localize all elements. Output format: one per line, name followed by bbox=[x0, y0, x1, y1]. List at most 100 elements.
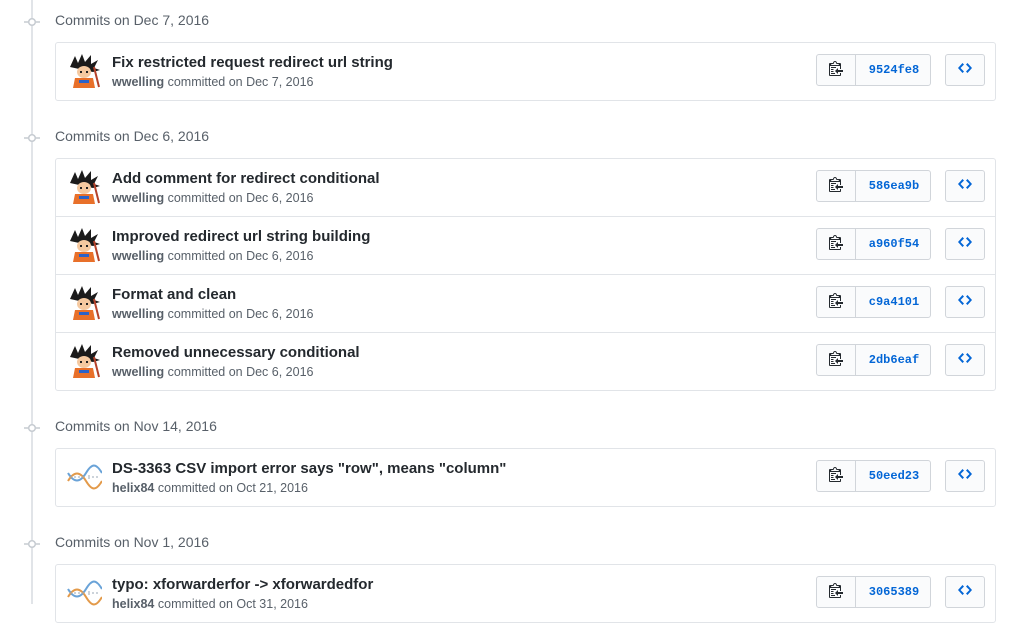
clipboard-icon bbox=[829, 234, 843, 255]
sha-button-group: a960f54 bbox=[816, 228, 931, 260]
goku-avatar[interactable] bbox=[66, 227, 102, 263]
commit-meta: wwelling committed on Dec 6, 2016 bbox=[112, 249, 314, 263]
copy-sha-button[interactable] bbox=[817, 345, 856, 375]
commit-message-link[interactable]: Add comment for redirect conditional bbox=[112, 170, 380, 187]
commit-sha-link[interactable]: a960f54 bbox=[856, 229, 932, 259]
commit-sha-link[interactable]: c9a4101 bbox=[856, 287, 932, 317]
commit-author-link[interactable]: helix84 bbox=[112, 481, 154, 495]
sha-button-group: 9524fe8 bbox=[816, 54, 931, 86]
browse-repository-button[interactable] bbox=[945, 344, 985, 376]
commit-meta: helix84 committed on Oct 21, 2016 bbox=[112, 481, 308, 495]
code-icon bbox=[958, 582, 972, 603]
git-commit-icon bbox=[24, 537, 40, 549]
commit-author-link[interactable]: helix84 bbox=[112, 597, 154, 611]
commit-author-link[interactable]: wwelling bbox=[112, 365, 164, 379]
commit-row: typo: xforwarderfor -> xforwardedfor heli… bbox=[56, 565, 995, 622]
sha-button-group: c9a4101 bbox=[816, 286, 931, 318]
goku-avatar[interactable] bbox=[66, 169, 102, 205]
goku-avatar[interactable] bbox=[66, 285, 102, 321]
commit-row: Add comment for redirect conditional wwel… bbox=[56, 159, 995, 216]
clipboard-icon bbox=[829, 176, 843, 197]
clipboard-icon bbox=[829, 292, 843, 313]
commit-date-text: committed on Oct 31, 2016 bbox=[157, 597, 308, 611]
commit-group-header: Commits on Dec 7, 2016 bbox=[0, 10, 1013, 32]
commit-meta: wwelling committed on Dec 6, 2016 bbox=[112, 365, 314, 379]
commit-group-title: Commits on Nov 14, 2016 bbox=[55, 418, 217, 434]
commit-group-header: Commits on Nov 1, 2016 bbox=[0, 532, 1013, 554]
commit-meta: wwelling committed on Dec 6, 2016 bbox=[112, 191, 314, 205]
commit-message-link[interactable]: Improved redirect url string building bbox=[112, 228, 370, 245]
browse-repository-button[interactable] bbox=[945, 460, 985, 492]
browse-repository-button[interactable] bbox=[945, 170, 985, 202]
git-commit-icon bbox=[24, 131, 40, 143]
code-icon bbox=[958, 234, 972, 255]
sha-button-group: 50eed23 bbox=[816, 460, 931, 492]
commit-list: typo: xforwarderfor -> xforwardedfor heli… bbox=[55, 564, 996, 623]
commit-sha-link[interactable]: 586ea9b bbox=[856, 171, 932, 201]
copy-sha-button[interactable] bbox=[817, 229, 856, 259]
commit-author-link[interactable]: wwelling bbox=[112, 249, 164, 263]
commit-message-link[interactable]: Fix restricted request redirect url stri… bbox=[112, 54, 393, 71]
commit-date-text: committed on Dec 6, 2016 bbox=[167, 249, 314, 263]
copy-sha-button[interactable] bbox=[817, 55, 856, 85]
clipboard-icon bbox=[829, 466, 843, 487]
commit-message-link[interactable]: Removed unnecessary conditional bbox=[112, 344, 360, 361]
commit-date-text: committed on Dec 7, 2016 bbox=[167, 75, 314, 89]
commit-author-link[interactable]: wwelling bbox=[112, 75, 164, 89]
git-commit-icon bbox=[24, 421, 40, 433]
commit-sha-link[interactable]: 2db6eaf bbox=[856, 345, 932, 375]
commit-author-link[interactable]: wwelling bbox=[112, 307, 164, 321]
copy-sha-button[interactable] bbox=[817, 577, 856, 607]
commit-date-text: committed on Dec 6, 2016 bbox=[167, 307, 314, 321]
commit-author-link[interactable]: wwelling bbox=[112, 191, 164, 205]
commit-group-title: Commits on Nov 1, 2016 bbox=[55, 534, 210, 550]
commit-group-header: Commits on Dec 6, 2016 bbox=[0, 126, 1013, 148]
clipboard-icon bbox=[829, 582, 843, 603]
dna-avatar[interactable] bbox=[66, 575, 103, 611]
commit-message-link[interactable]: DS-3363 CSV import error says "row", mea… bbox=[112, 460, 506, 477]
commit-message-link[interactable]: typo: xforwarderfor -> xforwardedfor bbox=[112, 576, 373, 593]
code-icon bbox=[958, 466, 972, 487]
clipboard-icon bbox=[829, 60, 843, 81]
sha-button-group: 586ea9b bbox=[816, 170, 931, 202]
commit-date-text: committed on Dec 6, 2016 bbox=[167, 365, 314, 379]
commit-sha-link[interactable]: 50eed23 bbox=[856, 461, 932, 491]
commit-list: Add comment for redirect conditional wwel… bbox=[55, 158, 996, 391]
commit-sha-link[interactable]: 3065389 bbox=[856, 577, 932, 607]
commit-date-text: committed on Oct 21, 2016 bbox=[157, 481, 308, 495]
dna-avatar[interactable] bbox=[66, 459, 103, 495]
commit-row: Format and clean wwelling committed on De… bbox=[56, 274, 995, 332]
commit-list: DS-3363 CSV import error says "row", mea… bbox=[55, 448, 996, 507]
commit-meta: wwelling committed on Dec 7, 2016 bbox=[112, 75, 314, 89]
browse-repository-button[interactable] bbox=[945, 286, 985, 318]
code-icon bbox=[958, 176, 972, 197]
sha-button-group: 3065389 bbox=[816, 576, 931, 608]
commit-row: Removed unnecessary conditional wwelling … bbox=[56, 332, 995, 390]
commit-sha-link[interactable]: 9524fe8 bbox=[856, 55, 932, 85]
goku-avatar[interactable] bbox=[66, 343, 102, 379]
browse-repository-button[interactable] bbox=[945, 576, 985, 608]
git-commit-icon bbox=[24, 15, 40, 27]
commit-row: DS-3363 CSV import error says "row", mea… bbox=[56, 449, 995, 506]
commit-date-text: committed on Dec 6, 2016 bbox=[167, 191, 314, 205]
goku-avatar[interactable] bbox=[66, 53, 102, 89]
sha-button-group: 2db6eaf bbox=[816, 344, 931, 376]
commit-list: Fix restricted request redirect url stri… bbox=[55, 42, 996, 101]
clipboard-icon bbox=[829, 350, 843, 371]
copy-sha-button[interactable] bbox=[817, 171, 856, 201]
copy-sha-button[interactable] bbox=[817, 287, 856, 317]
timeline-line bbox=[31, 0, 33, 604]
code-icon bbox=[958, 292, 972, 313]
browse-repository-button[interactable] bbox=[945, 228, 985, 260]
commit-message-link[interactable]: Format and clean bbox=[112, 286, 236, 303]
code-icon bbox=[958, 60, 972, 81]
browse-repository-button[interactable] bbox=[945, 54, 985, 86]
commit-group-header: Commits on Nov 14, 2016 bbox=[0, 416, 1013, 438]
commit-row: Fix restricted request redirect url stri… bbox=[56, 43, 995, 100]
commit-row: Improved redirect url string building wwe… bbox=[56, 216, 995, 274]
code-icon bbox=[958, 350, 972, 371]
commit-meta: helix84 committed on Oct 31, 2016 bbox=[112, 597, 308, 611]
commit-group-title: Commits on Dec 7, 2016 bbox=[55, 12, 210, 28]
commit-group-title: Commits on Dec 6, 2016 bbox=[55, 128, 210, 144]
copy-sha-button[interactable] bbox=[817, 461, 856, 491]
